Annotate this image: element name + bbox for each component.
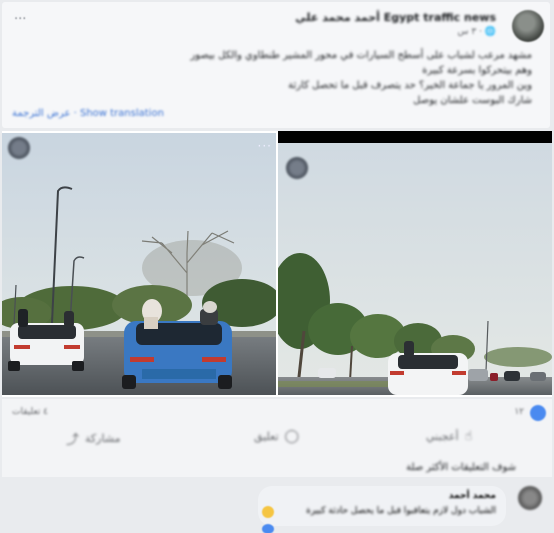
reaction-summary: ٤ تعليقات ١٢ [2,405,552,421]
post-text-line: مشهد مرعب لشباب على أسطح السيارات في محو… [190,50,532,61]
black-letterbox [278,131,552,143]
post-timestamp[interactable]: ٣ س · 🌐 [458,27,497,37]
screenshot-frame: ··· أحمد محمد علي Egypt traffic news ٣ س… [0,0,554,533]
photo-gallery: ··· [2,131,552,397]
channel-avatar [286,157,308,179]
comment-button[interactable]: تعليق ◯ [254,429,299,444]
comments-filter-label[interactable]: شوف التعليقات الأكثر صلة [406,462,516,473]
like-label: أعجبني [426,430,459,443]
comment-body: الشباب دول لازم يتعاقبوا قبل ما يحصل حاد… [306,506,496,516]
comment-bubble: محمد أحمد الشباب دول لازم يتعاقبوا قبل م… [258,486,506,526]
post-photo-right[interactable] [278,131,552,395]
like-button[interactable]: أعجبني ☝ [426,429,472,444]
more-options-icon[interactable]: ··· [14,12,26,27]
author-name[interactable]: أحمد محمد علي Egypt traffic news [295,11,496,24]
street-scene-left [2,133,276,395]
comment-count[interactable]: ٤ تعليقات [12,407,48,417]
post-header: ··· أحمد محمد علي Egypt traffic news ٣ س… [2,2,550,128]
street-scene-right [278,131,552,395]
post-text: مشهد مرعب لشباب على أسطح السيارات في محو… [32,48,532,108]
commenter-name[interactable]: محمد أحمد [449,491,496,501]
share-label: مشاركة [85,432,121,445]
commenter-avatar[interactable] [518,486,542,510]
more-icon[interactable]: ··· [258,139,272,153]
share-button[interactable]: ⤴ مشاركة [66,429,121,448]
author-avatar[interactable] [512,10,544,42]
emoji-icon [262,524,274,533]
thumbs-up-icon: ☝ [464,429,473,444]
comment-icon: ◯ [284,429,300,444]
like-reaction-icon [530,405,546,421]
post-text-line: وين المرور يا جماعة الخير؟ حد يتصرف قبل … [288,80,532,91]
channel-avatar [8,137,30,159]
post-photo-left[interactable]: ··· [2,133,276,395]
post-text-line: شارك البوست علشان يوصل [413,95,532,106]
comment-label: تعليق [254,430,279,443]
emoji-icon [262,506,274,518]
share-icon: ⤴ [66,433,80,448]
post-text-line: وهم بيتحركوا بسرعة كبيرة [422,65,532,76]
translation-link[interactable]: عرض الترجمة · Show translation [12,108,164,119]
reaction-count[interactable]: ١٢ [514,407,524,417]
